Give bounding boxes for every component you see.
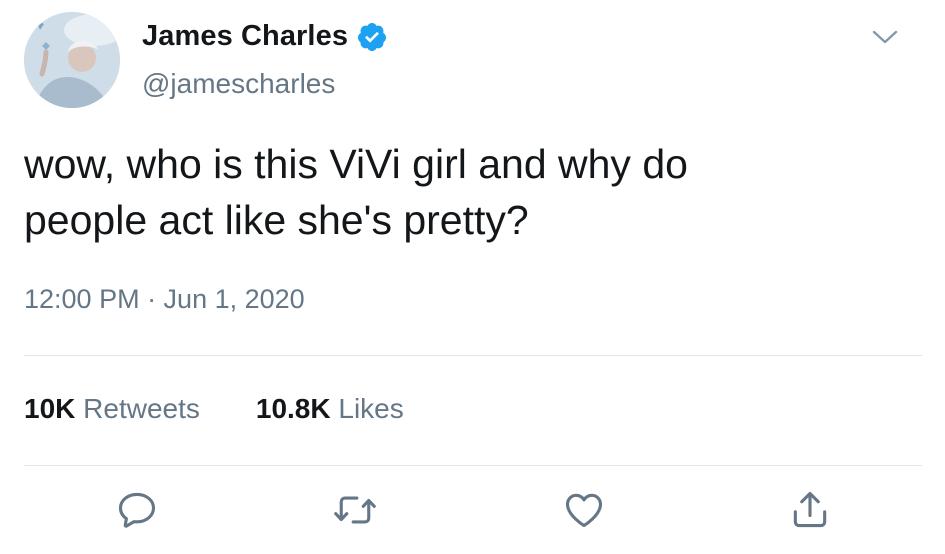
display-name-text: James Charles <box>142 20 349 52</box>
tweet-stats: 10K Retweets 10.8K Likes <box>24 393 404 425</box>
avatar[interactable] <box>24 12 120 108</box>
share-icon[interactable] <box>788 488 832 532</box>
likes-label: Likes <box>338 393 404 424</box>
display-name[interactable]: James Charles <box>142 20 388 53</box>
retweets-label: Retweets <box>83 393 200 424</box>
avatar-photo <box>24 12 120 108</box>
likes-stat[interactable]: 10.8K Likes <box>256 393 404 425</box>
divider <box>24 465 922 466</box>
verified-badge-icon <box>358 22 387 51</box>
retweets-stat[interactable]: 10K Retweets <box>24 393 200 425</box>
tweet-text: wow, who is this ViVi girl and why do pe… <box>24 141 688 243</box>
tweet-timestamp[interactable]: 12:00 PM · Jun 1, 2020 <box>24 284 305 315</box>
user-handle[interactable]: @jamescharles <box>142 68 335 100</box>
tweet-card: James Charles @jamescharles wow, who is … <box>0 0 945 554</box>
chevron-down-icon[interactable] <box>870 26 900 48</box>
retweets-count: 10K <box>24 393 76 424</box>
reply-icon[interactable] <box>115 488 159 532</box>
tweet-actions <box>0 488 945 538</box>
divider <box>24 355 922 356</box>
heart-icon[interactable] <box>562 488 606 532</box>
likes-count: 10.8K <box>255 393 331 424</box>
retweet-icon[interactable] <box>333 488 377 532</box>
